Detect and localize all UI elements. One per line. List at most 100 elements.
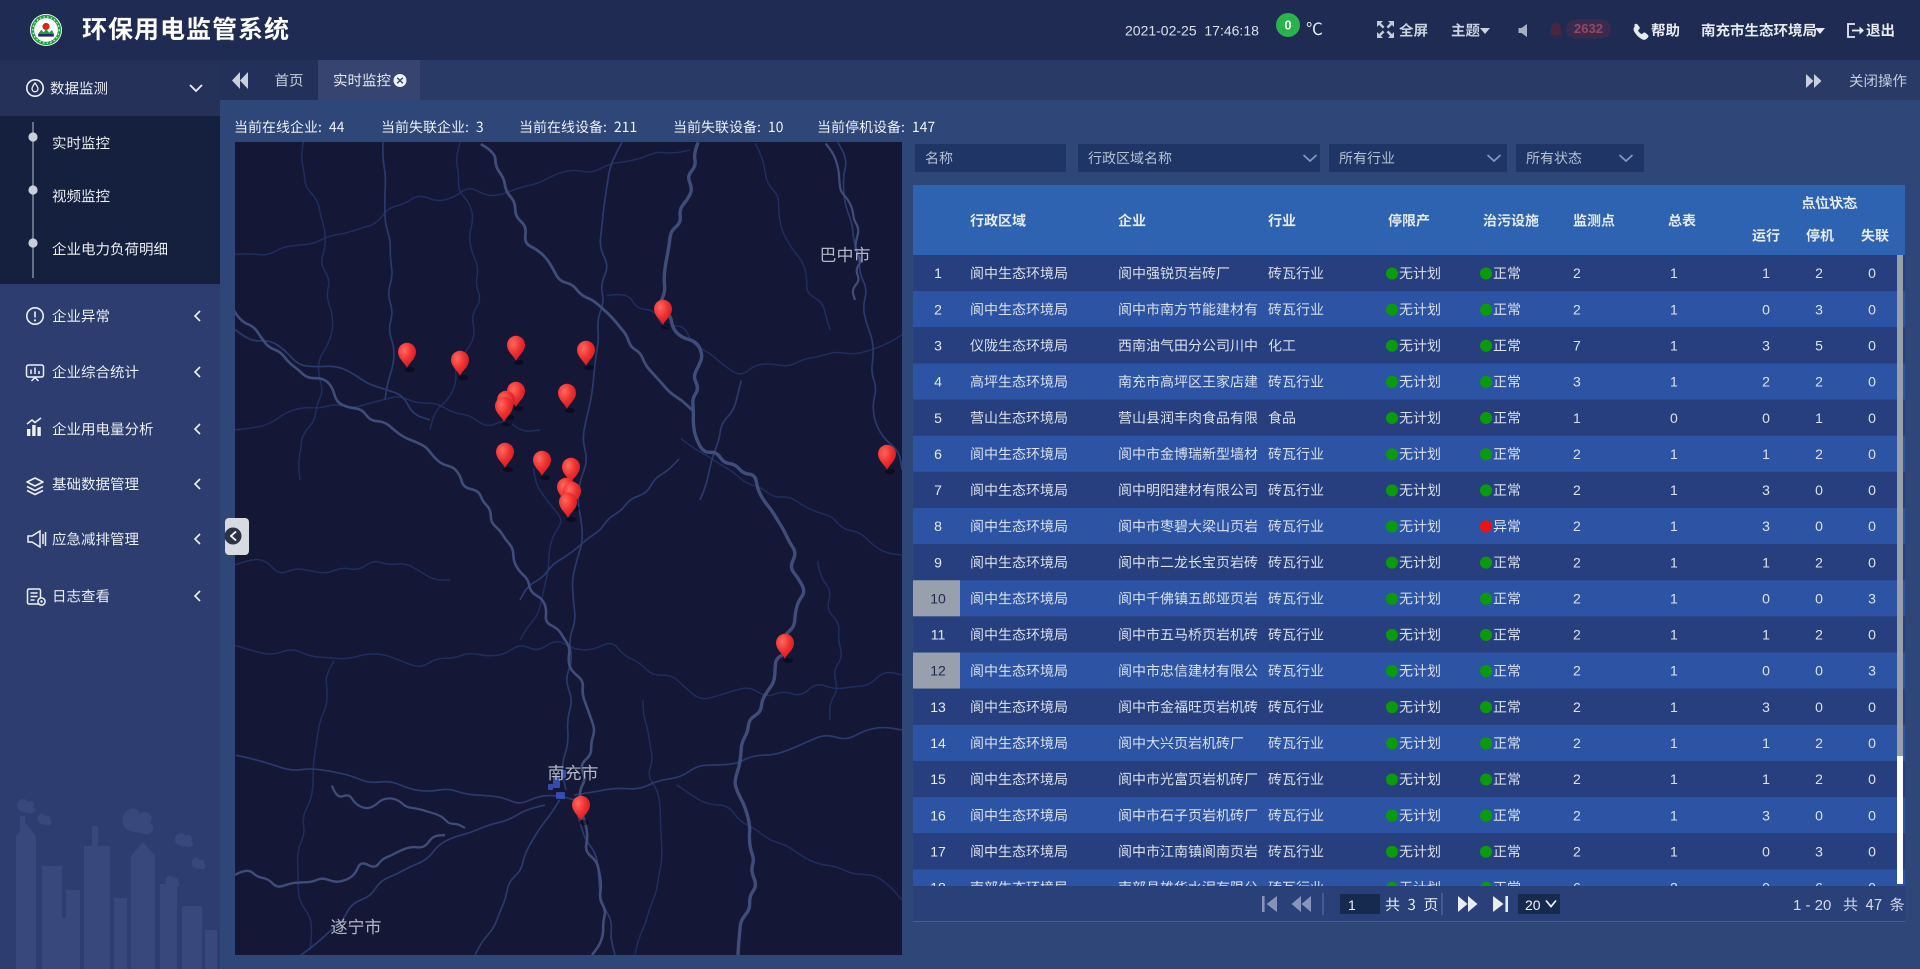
svg-text:1: 1 <box>1670 735 1678 751</box>
svg-text:2: 2 <box>1815 374 1823 390</box>
svg-text:2: 2 <box>1573 843 1581 859</box>
svg-text:20: 20 <box>1525 897 1541 913</box>
svg-text:2: 2 <box>1573 518 1581 534</box>
svg-text:1: 1 <box>1670 843 1678 859</box>
svg-text:0: 0 <box>1670 410 1678 426</box>
svg-text:1: 1 <box>1762 446 1770 462</box>
svg-text:0: 0 <box>1815 663 1823 679</box>
svg-text:2: 2 <box>1815 554 1823 570</box>
svg-text:0: 0 <box>1868 554 1876 570</box>
svg-text:3: 3 <box>1762 518 1770 534</box>
svg-text:1: 1 <box>1762 265 1770 281</box>
svg-text:2: 2 <box>1573 265 1581 281</box>
svg-text:16: 16 <box>930 807 946 823</box>
svg-text:1: 1 <box>1670 518 1678 534</box>
svg-text:2: 2 <box>1815 627 1823 643</box>
svg-text:0: 0 <box>1762 590 1770 606</box>
svg-text:0: 0 <box>1815 590 1823 606</box>
svg-text:2: 2 <box>1573 663 1581 679</box>
svg-text:0: 0 <box>1815 482 1823 498</box>
svg-text:3: 3 <box>1573 374 1581 390</box>
svg-text:1: 1 <box>934 265 942 281</box>
svg-text:3: 3 <box>1868 590 1876 606</box>
svg-text:0: 0 <box>1868 807 1876 823</box>
svg-text:9: 9 <box>934 554 942 570</box>
svg-text:14: 14 <box>930 735 946 751</box>
svg-text:2632: 2632 <box>1574 21 1603 36</box>
svg-text:2: 2 <box>1815 446 1823 462</box>
svg-text:1: 1 <box>1670 374 1678 390</box>
svg-text:0: 0 <box>1868 735 1876 751</box>
svg-text:3: 3 <box>1815 843 1823 859</box>
svg-text:1: 1 <box>1348 897 1356 913</box>
svg-text:12: 12 <box>930 663 946 679</box>
svg-text:1: 1 <box>1670 301 1678 317</box>
svg-text:1: 1 <box>1573 410 1581 426</box>
svg-text:7: 7 <box>934 482 942 498</box>
svg-text:3: 3 <box>1762 337 1770 353</box>
svg-text:1: 1 <box>1762 627 1770 643</box>
svg-text:0: 0 <box>1868 265 1876 281</box>
svg-text:2: 2 <box>1573 301 1581 317</box>
svg-text:3: 3 <box>1762 807 1770 823</box>
svg-text:0: 0 <box>1762 843 1770 859</box>
svg-text:0: 0 <box>1868 699 1876 715</box>
svg-text:1: 1 <box>1762 554 1770 570</box>
svg-text:0: 0 <box>1868 410 1876 426</box>
svg-text:0: 0 <box>1868 301 1876 317</box>
svg-text:2: 2 <box>1573 554 1581 570</box>
svg-text:10: 10 <box>930 590 946 606</box>
svg-text:6: 6 <box>934 446 942 462</box>
svg-text:15: 15 <box>930 771 946 787</box>
svg-text:0: 0 <box>1815 518 1823 534</box>
svg-text:1: 1 <box>1670 590 1678 606</box>
svg-text:1: 1 <box>1670 663 1678 679</box>
svg-text:0: 0 <box>1815 807 1823 823</box>
svg-text:1: 1 <box>1762 771 1770 787</box>
svg-text:11: 11 <box>931 627 946 643</box>
svg-text:0: 0 <box>1868 374 1876 390</box>
svg-text:0: 0 <box>1868 627 1876 643</box>
svg-text:2: 2 <box>1815 265 1823 281</box>
svg-text:2: 2 <box>1573 699 1581 715</box>
svg-text:5: 5 <box>934 410 942 426</box>
svg-text:2: 2 <box>1573 482 1581 498</box>
svg-text:1: 1 <box>1815 410 1823 426</box>
svg-text:1: 1 <box>1670 807 1678 823</box>
svg-text:0: 0 <box>1868 482 1876 498</box>
svg-text:17: 17 <box>930 843 946 859</box>
svg-text:2: 2 <box>1573 627 1581 643</box>
svg-text:2021-02-25 17:46:18: 2021-02-25 17:46:18 <box>1125 23 1259 39</box>
svg-text:2: 2 <box>1815 771 1823 787</box>
svg-text:3: 3 <box>934 337 942 353</box>
svg-text:2: 2 <box>1573 590 1581 606</box>
svg-text:0: 0 <box>1868 446 1876 462</box>
svg-text:2: 2 <box>1762 374 1770 390</box>
svg-text:3: 3 <box>1868 663 1876 679</box>
svg-text:3: 3 <box>1815 301 1823 317</box>
svg-text:1: 1 <box>1670 265 1678 281</box>
svg-text:1: 1 <box>1670 337 1678 353</box>
svg-text:2: 2 <box>1573 771 1581 787</box>
svg-text:0: 0 <box>1762 301 1770 317</box>
svg-text:1: 1 <box>1670 699 1678 715</box>
svg-text:0: 0 <box>1868 518 1876 534</box>
svg-text:0: 0 <box>1762 663 1770 679</box>
svg-text:5: 5 <box>1815 337 1823 353</box>
svg-text:1: 1 <box>1670 446 1678 462</box>
svg-text:3: 3 <box>1762 699 1770 715</box>
svg-text:2: 2 <box>934 301 942 317</box>
svg-text:4: 4 <box>934 374 942 390</box>
svg-text:3: 3 <box>1762 482 1770 498</box>
svg-text:13: 13 <box>930 699 946 715</box>
svg-text:2: 2 <box>1815 735 1823 751</box>
svg-text:0: 0 <box>1868 843 1876 859</box>
svg-text:0: 0 <box>1762 410 1770 426</box>
svg-text:1: 1 <box>1670 627 1678 643</box>
svg-text:8: 8 <box>934 518 942 534</box>
svg-text:2: 2 <box>1573 735 1581 751</box>
svg-text:2: 2 <box>1573 807 1581 823</box>
svg-text:0: 0 <box>1284 18 1291 33</box>
svg-text:2: 2 <box>1573 446 1581 462</box>
svg-text:7: 7 <box>1573 337 1581 353</box>
